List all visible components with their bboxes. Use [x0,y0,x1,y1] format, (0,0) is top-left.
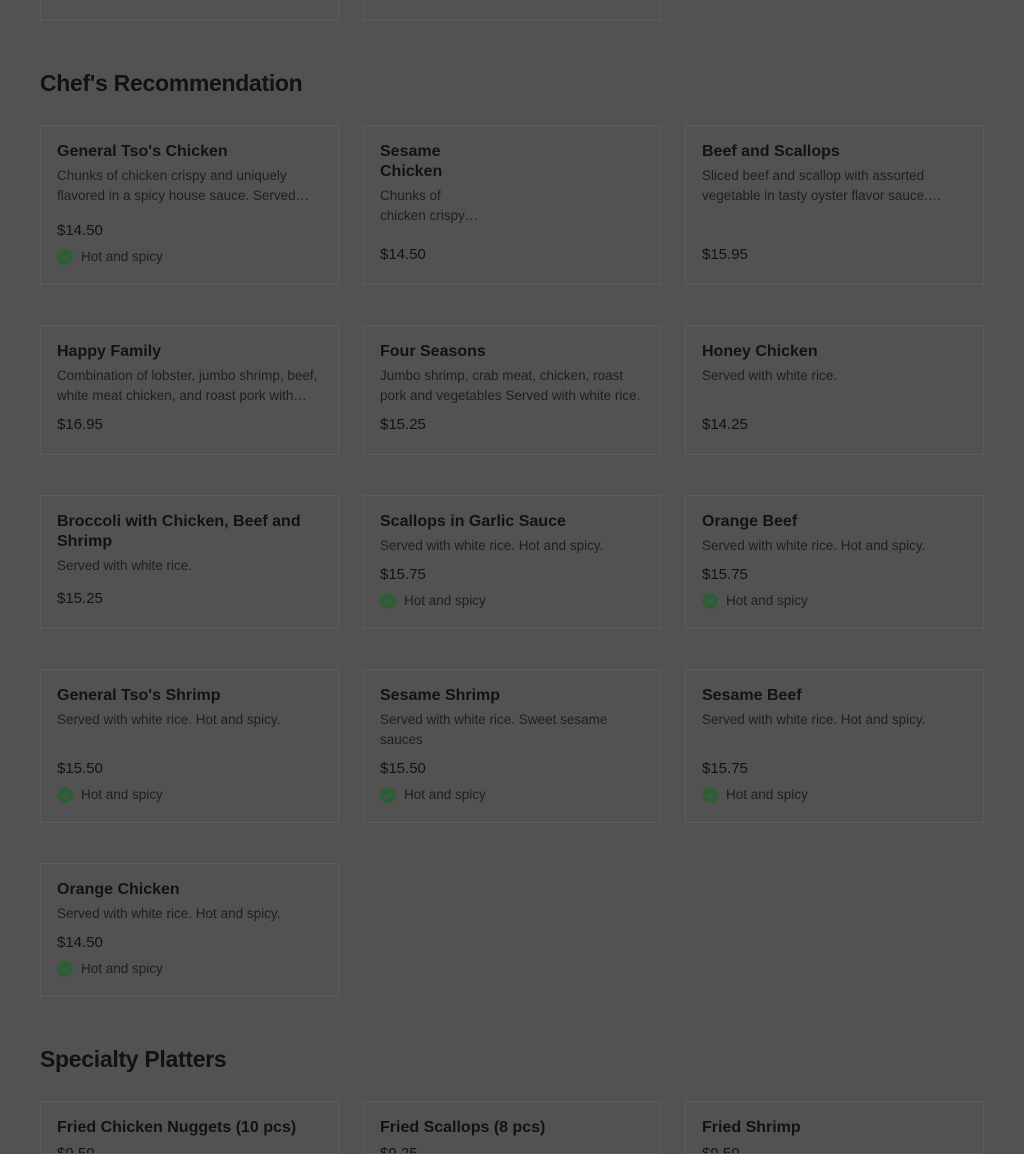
item-name: Happy Family [57,343,162,360]
spicy-badge: Hot and spicy [57,247,322,267]
check-circle-icon [702,787,718,803]
spicy-badge: Hot and spicy [57,785,322,805]
menu-item-card[interactable]: Broccoli with Chicken, Beef and Shrimp S… [40,495,339,629]
item-name: Sesame Beef [702,687,802,704]
item-price: $9.50 [702,1145,740,1154]
item-name: Sesame Shrimp [380,687,501,704]
spicy-badge-label: Hot and spicy [81,961,163,976]
spicy-badge-label: Hot and spicy [404,787,486,802]
item-description: Served with white rice. Hot and spicy. [57,712,281,727]
item-name: Fried Chicken Nuggets (10 pcs) [57,1119,297,1136]
spicy-badge: Hot and spicy [702,591,967,611]
menu-item-card[interactable]: Honey Chicken Served with white rice. $1… [685,325,984,455]
check-circle-icon [380,593,396,609]
item-price: $15.25 [380,416,426,433]
menu-item-card[interactable]: Fried Chicken Nuggets (10 pcs) $9.50 [40,1101,339,1154]
item-description: Sliced beef and scallop with assorted ve… [702,168,928,203]
item-price: $14.50 [380,246,426,263]
menu-item-card[interactable]: Four Seasons Jumbo shrimp, crab meat, ch… [363,325,661,455]
menu-page: Chef's Recommendation General Tso's Chic… [0,0,1024,1154]
item-name: Orange Beef [702,513,798,530]
check-circle-icon [702,593,718,609]
menu-item-card-partial[interactable] [363,0,661,21]
item-description: Served with white rice. Hot and spicy. [702,712,926,727]
item-price: $15.25 [57,590,103,607]
spicy-badge-label: Hot and spicy [81,787,163,802]
item-price: $14.50 [57,934,103,951]
item-name: General Tso's Chicken [57,143,228,160]
item-description: Jumbo shrimp, crab meat, chicken, roast … [380,368,641,403]
check-circle-icon [380,787,396,803]
item-description: Chunks of chicken crispy and uniquely fl… [57,168,296,203]
item-description: Served with white rice. [702,368,838,383]
item-name: General Tso's Shrimp [57,687,221,704]
item-name: Broccoli with Chicken, Beef and Shrimp [57,513,301,550]
menu-item-card[interactable]: Sesame Shrimp Served with white rice. Sw… [363,669,661,823]
menu-item-card[interactable]: Beef and Scallops Sliced beef and scallo… [685,125,984,285]
menu-item-card[interactable]: Sesame Chicken Chunks of chicken crispy … [363,125,661,285]
item-description: Served with white rice. [57,558,193,573]
item-price: $15.75 [702,566,748,583]
spicy-badge-label: Hot and spicy [726,593,808,608]
item-name: Orange Chicken [57,881,180,898]
check-circle-icon [57,787,73,803]
item-price: $15.50 [57,760,103,777]
spicy-badge: Hot and spicy [57,959,322,979]
menu-item-card[interactable]: Sesame Beef Served with white rice. Hot … [685,669,984,823]
spicy-badge-label: Hot and spicy [726,787,808,802]
menu-item-card[interactable]: Happy Family Combination of lobster, jum… [40,325,339,455]
item-description: Served with white rice. Hot and spicy. [702,538,926,553]
item-price: $15.50 [380,760,426,777]
item-name: Honey Chicken [702,343,818,360]
menu-item-card-partial[interactable] [40,0,339,21]
item-description: Served with white rice. Hot and spicy. [57,906,281,921]
item-price: $16.95 [57,416,103,433]
menu-item-card[interactable]: Scallops in Garlic Sauce Served with whi… [363,495,661,629]
item-name: Fried Scallops (8 pcs) [380,1119,546,1136]
spicy-badge-label: Hot and spicy [81,249,163,264]
item-price: $14.50 [57,222,103,239]
menu-item-card[interactable]: Fried Scallops (8 pcs) $9.25 [363,1101,661,1154]
item-description: Served with white rice. Sweet sesame sau… [380,712,608,747]
item-name: Scallops in Garlic Sauce [380,513,566,530]
menu-item-card[interactable]: Fried Shrimp $9.50 [685,1101,984,1154]
item-price: $9.25 [380,1145,418,1154]
check-circle-icon [57,249,73,265]
item-name: Four Seasons [380,343,486,360]
item-description: Combination of lobster, jumbo shrimp, be… [57,368,318,403]
menu-item-card[interactable]: Orange Chicken Served with white rice. H… [40,863,339,997]
item-price: $15.75 [380,566,426,583]
spicy-badge: Hot and spicy [380,785,644,805]
item-price: $15.75 [702,760,748,777]
item-name: Beef and Scallops [702,143,840,160]
item-description: Chunks of chicken crispy and flavored in… [380,188,465,223]
item-name: Fried Shrimp [702,1119,801,1136]
section-title-chefs-recommendation: Chef's Recommendation [40,70,303,96]
check-circle-icon [57,961,73,977]
section-title-specialty-platters: Specialty Platters [40,1046,227,1072]
menu-item-card[interactable]: Orange Beef Served with white rice. Hot … [685,495,984,629]
item-price: $9.50 [57,1145,95,1154]
spicy-badge: Hot and spicy [702,785,967,805]
item-price: $15.95 [702,246,748,263]
item-price: $14.25 [702,416,748,433]
item-description: Served with white rice. Hot and spicy. [380,538,604,553]
item-name: Sesame Chicken [380,143,443,180]
spicy-badge: Hot and spicy [380,591,644,611]
spicy-badge-label: Hot and spicy [404,593,486,608]
menu-item-card[interactable]: General Tso's Shrimp Served with white r… [40,669,339,823]
menu-item-card[interactable]: General Tso's Chicken Chunks of chicken … [40,125,339,285]
